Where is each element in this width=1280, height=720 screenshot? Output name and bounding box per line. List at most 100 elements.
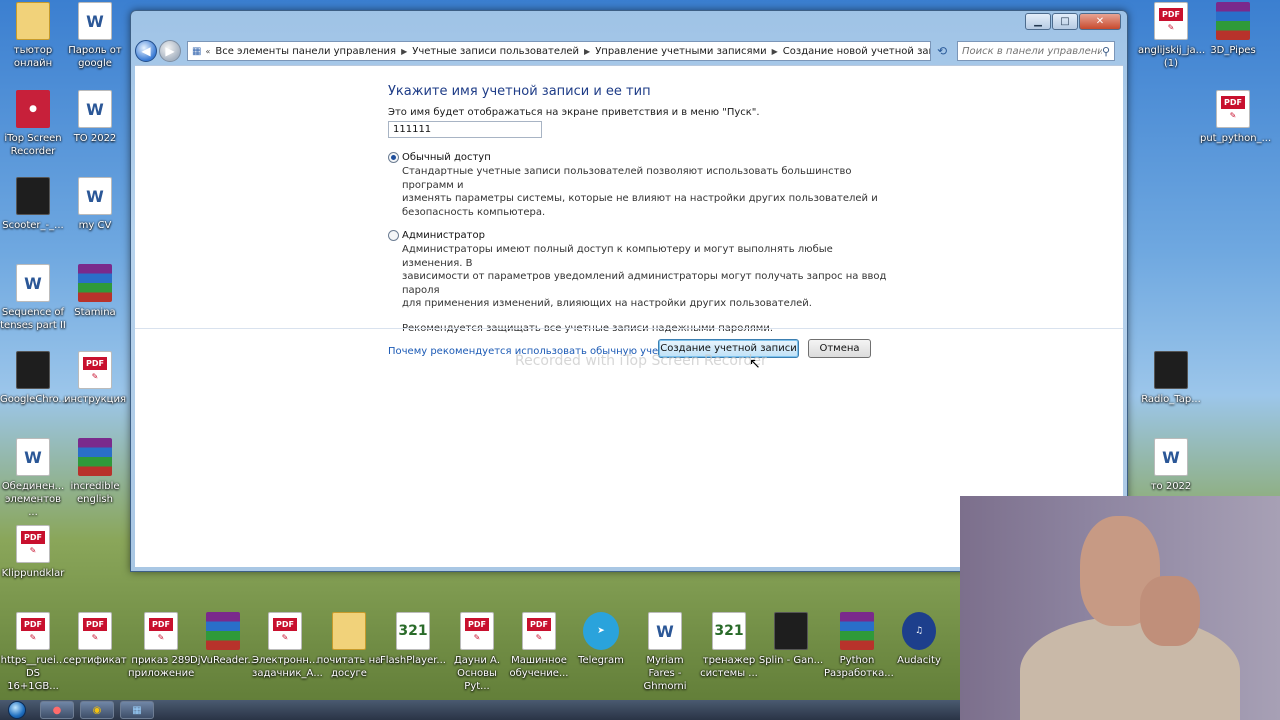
desktop-icon[interactable]: W Пароль от google xyxy=(62,2,128,70)
desktop-icon[interactable]: Wто 2022 xyxy=(1138,438,1204,493)
desktop-icon[interactable]: PDF ✎ put_python_... xyxy=(1200,90,1272,145)
desktop-icon[interactable]: incredible english xyxy=(62,438,128,506)
search-field[interactable]: ⚲ xyxy=(957,41,1115,61)
admin-radio[interactable] xyxy=(388,230,399,241)
forward-button[interactable]: ▶ xyxy=(159,40,181,62)
desktop-icon-label: iTop Screen Recorder xyxy=(4,133,62,157)
media-file-icon xyxy=(16,177,50,215)
desktop-icon-label: Audacity xyxy=(897,655,941,666)
search-input[interactable] xyxy=(962,45,1102,57)
cancel-button[interactable]: Отмена xyxy=(808,339,871,358)
admin-option[interactable]: Администратор xyxy=(388,230,888,241)
desktop-icon[interactable]: 321 тренажер системы ... xyxy=(696,612,762,680)
control-panel-icon: ▦ xyxy=(132,704,142,716)
taskbar-recorder[interactable]: ● xyxy=(40,701,74,719)
desktop-icon-label: Klippundklar xyxy=(1,568,65,579)
desktop-icon[interactable]: PDF ✎ Дауни А. Основы Pyt... xyxy=(444,612,510,693)
desktop-icon[interactable]: W Myriam Fares - Ghmorni xyxy=(632,612,698,693)
account-name-input[interactable] xyxy=(388,121,542,138)
desktop-icon[interactable]: тьютор онлайн xyxy=(0,2,66,70)
admin-label[interactable]: Администратор xyxy=(402,230,485,241)
desktop-icon[interactable]: 3D_Pipes xyxy=(1200,2,1266,57)
desktop-icon[interactable]: ➤ Telegram xyxy=(568,612,634,667)
desktop-icon-label: incredible english xyxy=(70,481,120,505)
maximize-button[interactable]: □ xyxy=(1052,13,1078,30)
admin-desc-line: зависимости от параметров уведомлений ад… xyxy=(402,271,887,296)
chevron-right-icon[interactable]: ▶ xyxy=(584,47,590,56)
standard-desc-line: безопасность компьютера. xyxy=(402,206,546,218)
desktop-icon[interactable]: PDF ✎ Электронн... задачник_А... xyxy=(252,612,323,680)
address-bar[interactable]: ▦ « Все элементы панели управления ▶ Уче… xyxy=(187,41,931,61)
desktop-icon[interactable]: PDF ✎ Машинное обучение... xyxy=(506,612,572,680)
close-button[interactable]: ✕ xyxy=(1079,13,1121,30)
recorder-watermark: Recorded with iTop Screen Recorder xyxy=(515,353,767,369)
desktop-icon-label: тьютор онлайн xyxy=(13,45,53,69)
standard-label[interactable]: Обычный доступ xyxy=(402,152,491,163)
desktop-icon[interactable]: Scooter_-_... xyxy=(0,177,66,232)
taskbar-control-panel[interactable]: ▦ xyxy=(120,701,154,719)
webcam-overlay xyxy=(960,496,1280,720)
desktop-icon-label: https__ruei... DS 16+1GB... xyxy=(0,655,66,692)
desktop-icon[interactable]: Splin - Gan... xyxy=(758,612,824,667)
screen-recorder-icon: ● xyxy=(16,90,50,128)
standard-option[interactable]: Обычный доступ xyxy=(388,152,888,163)
archive-icon xyxy=(1216,2,1250,40)
desktop-icon[interactable]: PDF ✎ Klippundklar xyxy=(0,525,66,580)
desktop-icon[interactable]: W ТО 2022 xyxy=(62,90,128,145)
desktop-icon-label: ТО 2022 xyxy=(73,133,117,144)
name-description: Это имя будет отображаться на экране при… xyxy=(388,107,760,118)
pdf-icon: PDF ✎ xyxy=(78,612,112,650)
desktop-icon-label: DjVuReader... xyxy=(190,655,257,666)
chevron-right-icon[interactable]: ▶ xyxy=(772,47,778,56)
desktop-icon[interactable]: ● iTop Screen Recorder xyxy=(0,90,66,158)
standard-desc-line: Стандартные учетные записи пользователей… xyxy=(402,166,852,191)
desktop-icon-label: тренажер системы ... xyxy=(700,655,758,679)
pdf-icon: PDF ✎ xyxy=(268,612,302,650)
breadcrumb-create-account[interactable]: Создание новой учетной записи xyxy=(783,46,930,57)
desktop-icon[interactable]: DjVuReader... xyxy=(190,612,257,667)
pdf-icon: PDF ✎ xyxy=(16,525,50,563)
breadcrumb-user-accounts[interactable]: Учетные записи пользователей xyxy=(412,46,579,57)
mp3-icon: W xyxy=(648,612,682,650)
admin-desc-line: Администраторы имеют полный доступ к ком… xyxy=(402,244,833,269)
desktop-icon[interactable]: почитать на досуге xyxy=(316,612,382,680)
desktop-icon[interactable]: W Обединен... элементов ... xyxy=(0,438,66,519)
desktop-icon[interactable]: PDF ✎ сертификат xyxy=(62,612,128,667)
desktop-icon[interactable]: GoogleChro... xyxy=(0,351,68,406)
document-icon: W xyxy=(1154,438,1188,476)
folder-icon xyxy=(16,2,50,40)
chevron-right-icon[interactable]: ▶ xyxy=(401,47,407,56)
pdf-icon: PDF ✎ xyxy=(1154,2,1188,40)
desktop-icon-label: Обединен... элементов ... xyxy=(1,481,65,518)
desktop-icon[interactable]: PDF ✎ приказ 289 приложение xyxy=(128,612,194,680)
start-button[interactable] xyxy=(0,700,34,720)
standard-radio[interactable] xyxy=(388,152,399,163)
desktop-icon[interactable]: 321 FlashPlayer... xyxy=(380,612,446,667)
taskbar-chrome[interactable]: ◉ xyxy=(80,701,114,719)
desktop-icon[interactable]: Radio_Tap... xyxy=(1138,351,1204,406)
minimize-button[interactable]: ▁ xyxy=(1025,13,1051,30)
search-icon[interactable]: ⚲ xyxy=(1102,45,1110,58)
desktop-icon[interactable]: PDF ✎ инструкция xyxy=(62,351,128,406)
folder-icon xyxy=(332,612,366,650)
screen-recorder-icon: ● xyxy=(52,704,62,716)
webcam-person-body xyxy=(1020,616,1240,720)
desktop-icon-label: put_python_... xyxy=(1200,133,1272,144)
desktop-icon[interactable]: Stamina xyxy=(62,264,128,319)
back-button[interactable]: ◀ xyxy=(135,40,157,62)
word-doc-icon: W xyxy=(78,177,112,215)
desktop-icon-label: почитать на досуге xyxy=(316,655,382,679)
desktop-icon[interactable]: ♫ Audacity xyxy=(886,612,952,667)
window-controls: ▁ □ ✕ xyxy=(1024,13,1121,30)
desktop-icon[interactable]: Wmy CV xyxy=(62,177,128,232)
desktop-icon[interactable]: PDF ✎ anglijskij_ja... (1) xyxy=(1138,2,1205,70)
breadcrumb-manage-accounts[interactable]: Управление учетными записями xyxy=(595,46,766,57)
chevron-icon: « xyxy=(205,46,211,56)
archive-icon xyxy=(206,612,240,650)
desktop-icon[interactable]: PDF ✎ https__ruei... DS 16+1GB... xyxy=(0,612,66,693)
desktop-icon-label: FlashPlayer... xyxy=(380,655,446,666)
breadcrumb-all-items[interactable]: Все элементы панели управления xyxy=(215,46,396,57)
desktop-icon[interactable]: W Sequence of tenses part II xyxy=(0,264,66,332)
refresh-icon[interactable]: ⟲ xyxy=(933,41,951,61)
desktop-icon[interactable]: Python Разработка... xyxy=(824,612,894,680)
